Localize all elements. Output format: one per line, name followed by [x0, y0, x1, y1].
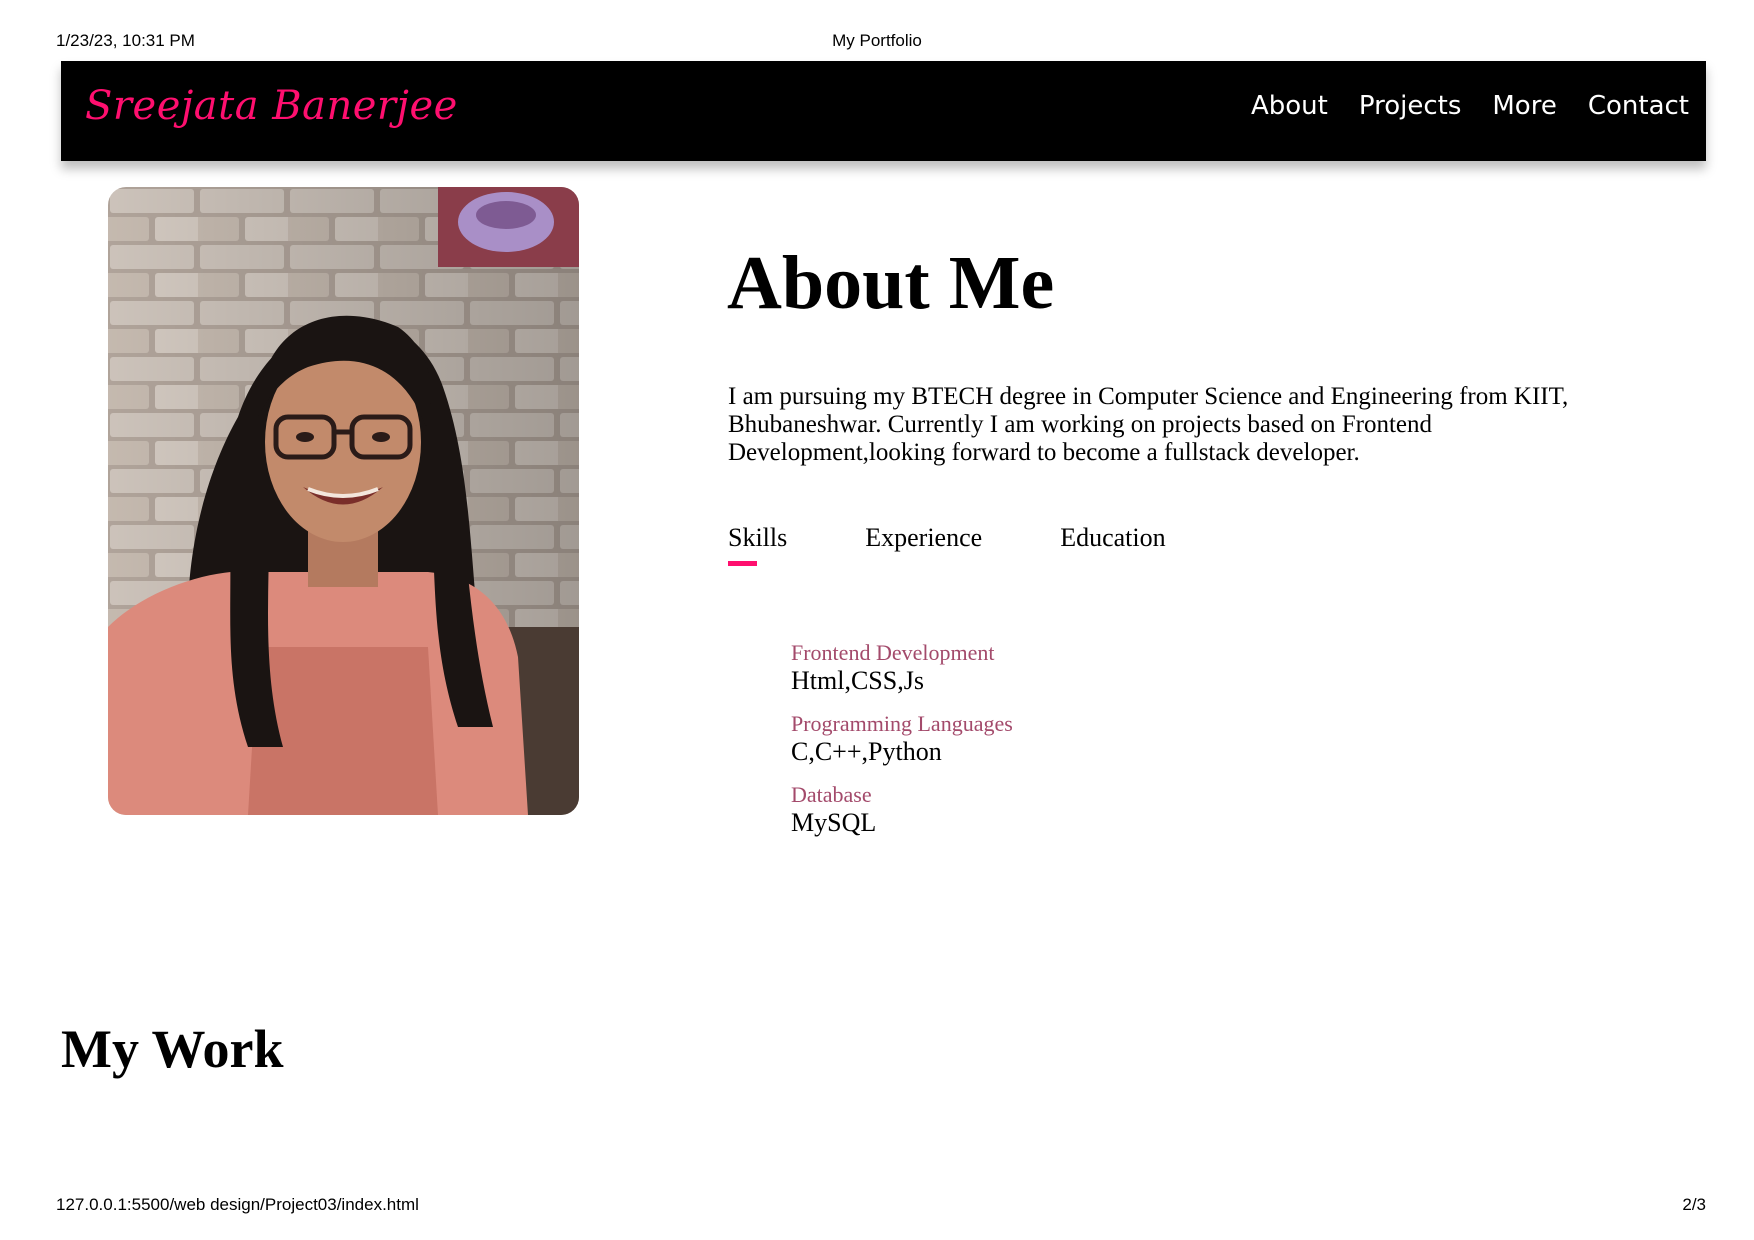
skill-value: MySQL — [791, 808, 877, 837]
skill-label: Database — [791, 782, 872, 807]
print-page-title: My Portfolio — [832, 31, 922, 50]
list-item: Programming Languages C,C++,Python — [791, 711, 1013, 767]
profile-photo — [108, 187, 579, 815]
skill-value: C,C++,Python — [791, 737, 942, 766]
print-url: 127.0.0.1:5500/web design/Project03/inde… — [56, 1195, 419, 1214]
skill-value: Html,CSS,Js — [791, 666, 924, 695]
list-item: Frontend Development Html,CSS,Js — [791, 640, 1013, 696]
list-item: Database MySQL — [791, 782, 1013, 838]
skill-label: Programming Languages — [791, 711, 1013, 736]
skills-list: Frontend Development Html,CSS,Js Program… — [791, 640, 1013, 853]
tab-education[interactable]: Education — [1060, 523, 1165, 553]
skill-label: Frontend Development — [791, 640, 995, 665]
my-work-title: My Work — [61, 1019, 284, 1079]
navbar: Sreejata Banerjee About Projects More Co… — [61, 61, 1706, 161]
nav-link-contact[interactable]: Contact — [1588, 91, 1689, 121]
about-description: I am pursuing my BTECH degree in Compute… — [728, 383, 1569, 466]
nav-link-about[interactable]: About — [1251, 91, 1328, 121]
brand-logo[interactable]: Sreejata Banerjee — [85, 83, 458, 129]
print-page-number: 2/3 — [1682, 1195, 1706, 1214]
nav-links: About Projects More Contact — [1251, 91, 1689, 121]
nav-link-projects[interactable]: Projects — [1359, 91, 1462, 121]
about-title: About Me — [727, 241, 1055, 325]
tab-experience[interactable]: Experience — [865, 523, 982, 553]
tab-skills[interactable]: Skills — [728, 523, 787, 566]
nav-link-more[interactable]: More — [1492, 91, 1556, 121]
about-tabs: Skills Experience Education — [728, 523, 1166, 566]
